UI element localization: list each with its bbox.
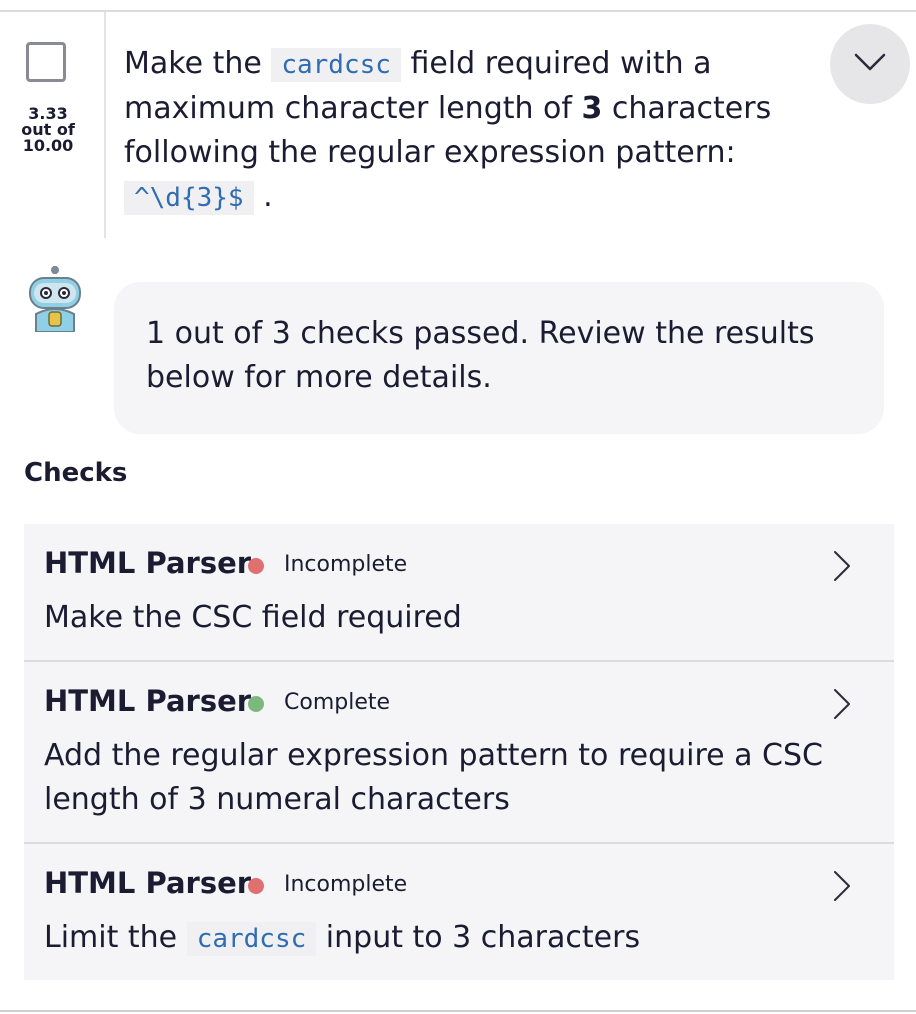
check-description: Make the CSC field required bbox=[44, 600, 462, 635]
expand-button[interactable] bbox=[830, 24, 910, 104]
check-status: Incomplete bbox=[284, 872, 408, 897]
score: 3.33 out of 10.00 bbox=[8, 106, 88, 154]
check-description-text: input to 3 characters bbox=[316, 920, 641, 955]
score-total: 10.00 bbox=[22, 136, 74, 155]
check-title: HTML Parser bbox=[44, 684, 252, 718]
chevron-right-icon bbox=[834, 871, 850, 901]
task-bold-value: 3 bbox=[581, 91, 603, 126]
check-title: HTML Parser bbox=[44, 546, 252, 580]
robot-avatar-icon bbox=[23, 266, 87, 332]
check-description-text: Limit the bbox=[44, 920, 187, 955]
checks-heading: Checks bbox=[24, 458, 128, 488]
task-code-pattern: ^\d{3}$ bbox=[124, 181, 254, 215]
check-status: Incomplete bbox=[284, 552, 408, 577]
chevron-right-icon bbox=[834, 551, 850, 581]
check-description-code: cardcsc bbox=[186, 922, 317, 956]
task-text-part: . bbox=[253, 179, 273, 214]
check-item[interactable]: HTML Parser Complete Add the regular exp… bbox=[24, 662, 894, 844]
status-dot-incomplete bbox=[248, 878, 264, 894]
status-dot-complete bbox=[248, 696, 264, 712]
task-description: Make the cardcsc field required with a m… bbox=[124, 42, 804, 220]
status-dot-incomplete bbox=[248, 558, 264, 574]
chevron-down-icon bbox=[854, 53, 886, 71]
check-status: Complete bbox=[284, 690, 391, 715]
feedback-bubble: 1 out of 3 checks passed. Review the res… bbox=[114, 282, 884, 434]
task-code-field: cardcsc bbox=[271, 48, 401, 82]
feedback-message: 1 out of 3 checks passed. Review the res… bbox=[146, 316, 815, 395]
check-item[interactable]: HTML Parser Incomplete Limit the cardcsc… bbox=[24, 844, 894, 980]
checks-list: HTML Parser Incomplete Make the CSC fiel… bbox=[24, 524, 894, 980]
task-checkbox[interactable] bbox=[26, 42, 66, 82]
task-text-part: Make the bbox=[124, 46, 272, 81]
task-header: 3.33 out of 10.00 Make the cardcsc field… bbox=[0, 12, 916, 242]
check-description: Limit the cardcsc input to 3 characters bbox=[44, 916, 834, 961]
chevron-right-icon bbox=[834, 689, 850, 719]
check-item[interactable]: HTML Parser Incomplete Make the CSC fiel… bbox=[24, 524, 894, 662]
task-status-column: 3.33 out of 10.00 bbox=[0, 12, 106, 238]
bottom-divider bbox=[0, 1010, 916, 1012]
check-title: HTML Parser bbox=[44, 866, 252, 900]
check-description: Add the regular expression pattern to re… bbox=[44, 738, 823, 817]
